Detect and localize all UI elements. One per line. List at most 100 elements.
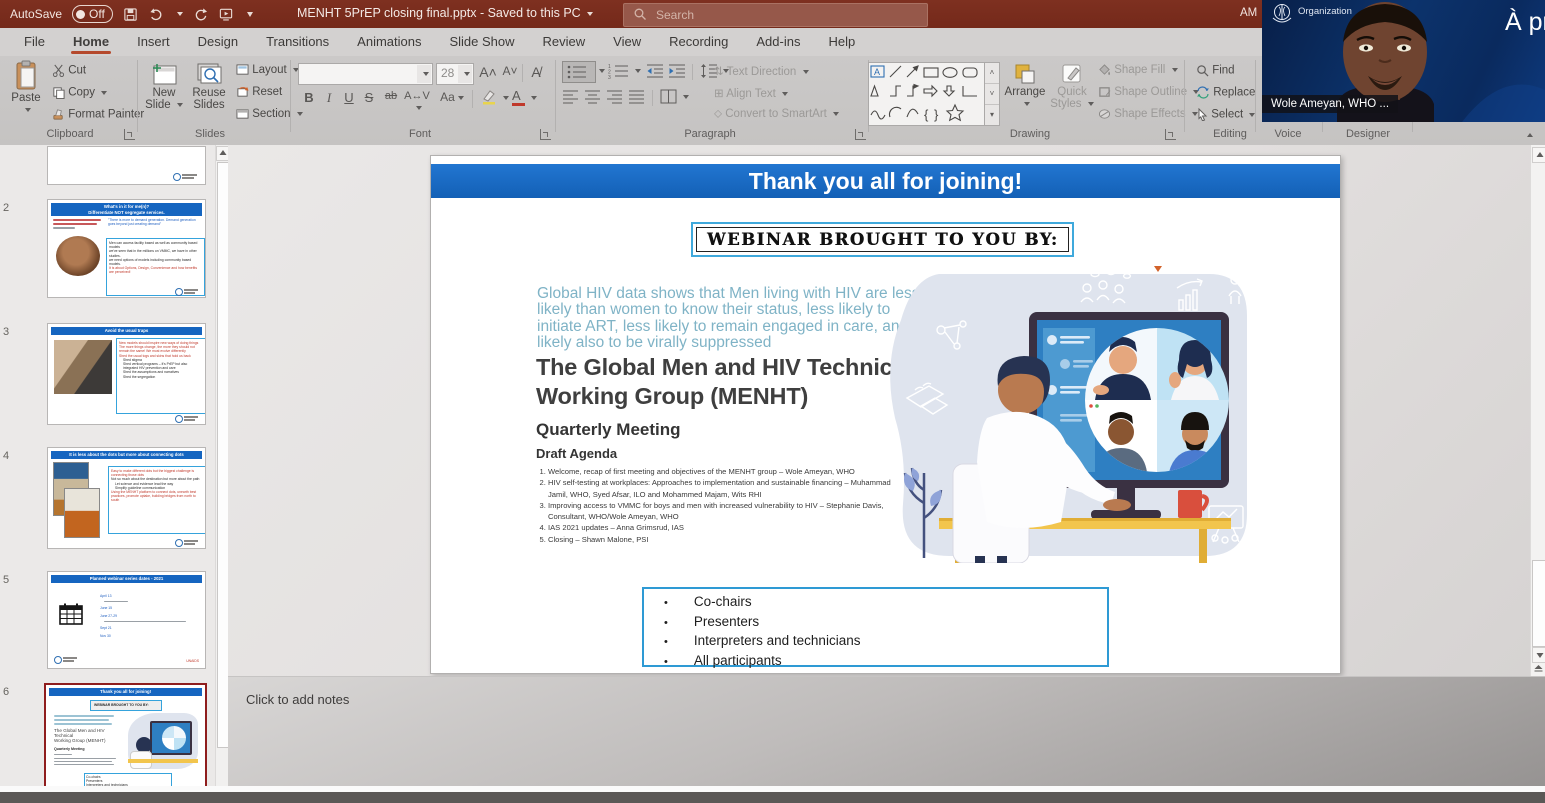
numbering-button[interactable]: 123 [608,63,630,79]
collapse-ribbon-button[interactable] [1524,129,1533,141]
tab-transitions[interactable]: Transitions [252,28,343,56]
format-painter-button[interactable]: Format Painter [52,108,144,121]
save-icon[interactable] [123,7,138,22]
customize-qat-icon[interactable] [247,12,253,17]
paste-button[interactable]: Paste [6,60,46,116]
highlight-dropdown-icon[interactable] [503,96,509,100]
paragraph-dialog-launcher[interactable] [855,129,866,140]
section-button[interactable]: Section [236,108,303,120]
find-button[interactable]: Find [1196,64,1235,77]
clipboard-dialog-launcher[interactable] [124,129,135,140]
undo-dropdown-icon[interactable] [177,12,183,16]
thumbnail-slide-6-selected[interactable]: Thank you all for joining! WEBINAR BROUG… [44,683,207,796]
increase-font-button[interactable]: A˄ [479,64,497,80]
thumbnail-panel-scrollbar[interactable] [215,145,229,786]
notes-pane[interactable]: Click to add notes [228,676,1545,787]
italic-button[interactable]: I [320,90,338,106]
shapes-scroll-down-icon[interactable]: ˅ [985,84,999,105]
arrange-dropdown-icon[interactable] [1024,102,1030,106]
thumbnail-slide-2[interactable]: What's in it for me(n)?Differentiate NOT… [47,199,206,298]
strikethrough-button[interactable]: S [360,90,378,105]
numbering-dropdown-icon[interactable] [635,69,641,73]
slide-editor[interactable]: Thank you all for joining! WEBINAR BROUG… [430,155,1341,674]
redo-button[interactable] [193,7,208,22]
slide-subheading[interactable]: Quarterly Meeting [536,420,681,440]
tab-insert[interactable]: Insert [123,28,184,56]
change-case-dropdown-icon[interactable] [458,96,464,100]
shape-fill-button[interactable]: Shape Fill [1098,64,1178,76]
tab-home[interactable]: Home [59,28,123,56]
replace-button[interactable]: Replace [1196,86,1268,99]
align-text-button[interactable]: ⊞ Align Text [714,86,788,100]
tab-recording[interactable]: Recording [655,28,742,56]
section-dropdown-icon[interactable] [297,112,303,116]
title-dropdown-icon[interactable] [587,12,593,16]
slide-heading[interactable]: The Global Men and HIV Technical Working… [536,353,912,411]
shapes-scroll-buttons[interactable]: ˄˅▾ [984,62,1000,126]
bullets-button[interactable] [562,61,596,83]
shapes-scroll-up-icon[interactable]: ˄ [985,63,999,84]
new-slide-dropdown-icon[interactable] [177,103,183,107]
arrange-button[interactable]: Arrange [1002,62,1048,110]
acknowledgement-box[interactable]: Co-chairs Presenters Interpreters and te… [642,587,1109,667]
account-initials[interactable]: AM [1240,7,1257,19]
shape-effects-button[interactable]: Shape Effects [1098,108,1198,120]
new-slide-button[interactable]: NewSlide [143,61,185,111]
undo-button[interactable] [148,7,164,22]
tab-review[interactable]: Review [529,28,600,56]
shapes-gallery[interactable]: A { } [868,62,986,126]
notes-placeholder[interactable]: Click to add notes [246,692,349,707]
select-button[interactable]: Select [1196,108,1255,121]
vertical-scrollbar[interactable] [1530,145,1545,676]
font-name-combo[interactable] [298,63,433,85]
thumbnail-slide-1[interactable] [47,146,206,185]
character-spacing-dropdown-icon[interactable] [416,106,422,110]
thumbnail-slide-5[interactable]: Planned webinar series dates - 2021 Apri… [47,571,206,669]
drawing-dialog-launcher[interactable] [1165,129,1176,140]
decrease-font-button[interactable]: A˅ [501,64,519,78]
scroll-up-button[interactable] [1532,147,1545,163]
start-slideshow-button[interactable] [218,7,234,22]
thumbnail-slide-3[interactable]: Avoid the usual traps New models should … [47,323,206,425]
columns-button[interactable] [660,89,677,104]
scroll-down-button[interactable] [1532,647,1545,663]
agenda-list[interactable]: Welcome, recap of first meeting and obje… [536,466,900,545]
font-size-dropdown-icon[interactable] [464,72,470,76]
reuse-slides-button[interactable]: ReuseSlides [188,61,230,111]
smartart-dropdown-icon[interactable] [833,112,839,116]
tab-addins[interactable]: Add-ins [742,28,814,56]
video-call-overlay[interactable]: Organization À pr Wole Ameyan, WHO ... [1262,0,1545,122]
tab-file[interactable]: File [10,28,59,56]
align-text-dropdown-icon[interactable] [782,92,788,96]
reset-button[interactable]: Reset [236,86,282,98]
bold-button[interactable]: B [300,90,318,105]
font-size-combo[interactable]: 28 [436,63,474,85]
align-left-button[interactable] [562,89,579,104]
font-dialog-launcher[interactable] [540,129,551,140]
autosave-toggle[interactable]: Off [72,5,113,23]
copy-button[interactable]: Copy [52,86,107,99]
webinar-box[interactable]: WEBINAR BROUGHT TO YOU BY: [691,222,1074,257]
tab-design[interactable]: Design [184,28,252,56]
align-center-button[interactable] [584,89,601,104]
shadow-button[interactable]: ab [380,90,402,102]
clear-formatting-button[interactable]: A̸ [527,64,545,80]
font-color-button[interactable]: A [512,88,525,106]
shape-fill-dropdown-icon[interactable] [1172,68,1178,72]
underline-button[interactable]: U [340,90,358,105]
align-right-button[interactable] [606,89,623,104]
tab-help[interactable]: Help [814,28,869,56]
text-direction-button[interactable]: ⇅ Text Direction [714,64,809,78]
text-direction-dropdown-icon[interactable] [803,70,809,74]
search-bar[interactable] [623,3,928,27]
justify-button[interactable] [628,89,645,104]
convert-smartart-button[interactable]: ⬦ Convert to SmartArt [714,108,839,121]
search-input[interactable] [654,5,918,25]
tab-animations[interactable]: Animations [343,28,435,56]
thumbnail-slide-4[interactable]: It is less about the dots but more about… [47,447,206,549]
quick-styles-dropdown-icon[interactable] [1088,102,1094,106]
increase-indent-button[interactable] [668,63,686,79]
agenda-label[interactable]: Draft Agenda [536,446,617,461]
columns-dropdown-icon[interactable] [683,95,689,99]
highlight-color-button[interactable] [480,89,498,105]
